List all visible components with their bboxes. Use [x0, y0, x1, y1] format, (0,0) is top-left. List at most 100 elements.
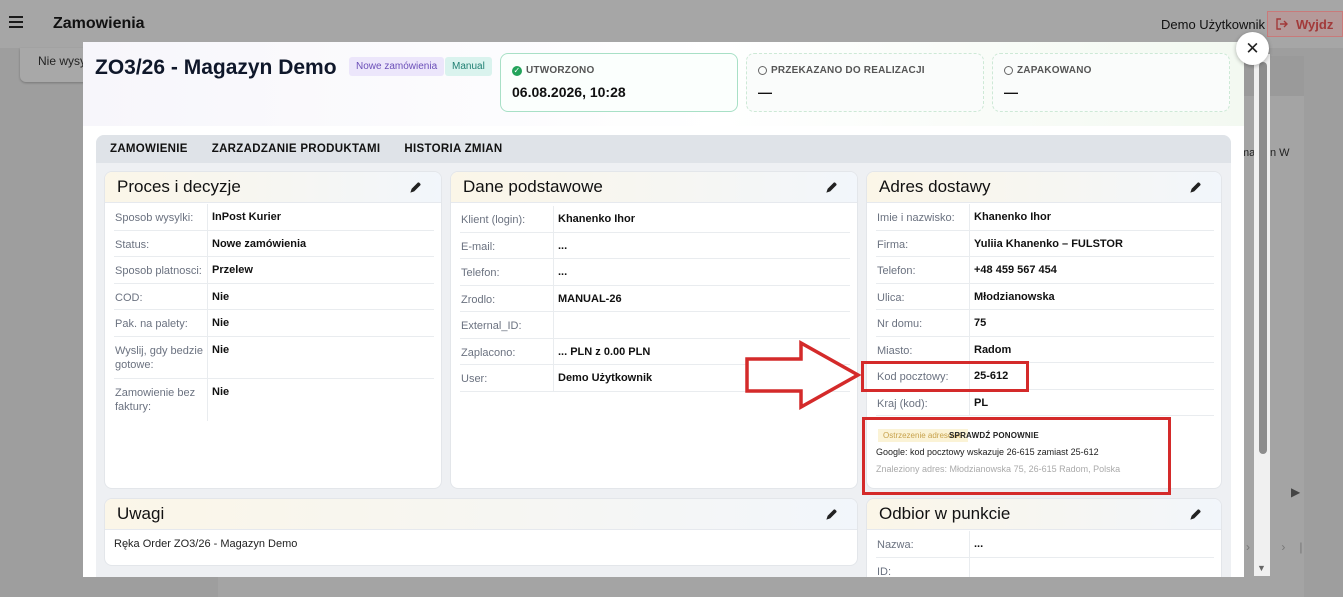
stage-handed-over: PRZEKAZANO DO REALIZACJI —: [746, 53, 984, 112]
field-value: 75: [974, 317, 987, 329]
modal-header: ZO3/26 - Magazyn Demo Nowe zamówienia Ma…: [83, 42, 1244, 126]
stage-value: —: [1004, 84, 1018, 100]
field-label: Telefon:: [460, 259, 554, 285]
field-label: Sposob wysylki:: [114, 204, 208, 230]
empty-circle-icon: [758, 66, 767, 75]
card-title: Odbior w punkcie: [879, 504, 1011, 523]
field-label: Sposob platnosci:: [114, 257, 208, 283]
field-label: External_ID:: [460, 312, 554, 338]
close-button[interactable]: ✕: [1236, 32, 1269, 65]
field-value: Nowe zamówienia: [212, 237, 307, 250]
notes-text: Ręka Order ZO3/26 - Magazyn Demo: [114, 538, 298, 550]
field-label: Status:: [114, 230, 208, 256]
stage-label: PRZEKAZANO DO REALIZACJI: [771, 65, 925, 76]
order-title: ZO3/26 - Magazyn Demo: [95, 56, 337, 79]
app-title: Zamowienia: [53, 15, 145, 32]
field-value: InPost Kurier: [212, 211, 282, 223]
table-row: ID:: [876, 557, 1214, 578]
field-value: PL: [974, 396, 989, 409]
table-row: Sposob platnosci: Przelew: [114, 257, 434, 284]
stage-created: ✓ UTWORZONO 06.08.2026, 10:28: [500, 53, 738, 112]
scrollbar-thumb[interactable]: [1259, 62, 1267, 454]
field-label: Klient (login):: [460, 206, 554, 232]
pencil-icon[interactable]: [825, 180, 839, 194]
check-circle-icon: ✓: [512, 65, 522, 76]
table-row: Klient (login): Khanenko Ihor: [460, 206, 850, 233]
field-value: [970, 558, 1214, 578]
stage-label: ZAPAKOWANO: [1017, 65, 1092, 76]
table-row: Wyslij, gdy bedzie gotowe: Nie: [114, 336, 434, 379]
menu-icon[interactable]: [9, 16, 23, 28]
stage-value: 06.08.2026, 10:28: [512, 84, 626, 100]
background-footer: [218, 576, 1304, 597]
field-label: Zaplacono:: [460, 338, 554, 364]
field-value: ...: [558, 266, 568, 278]
pencil-icon[interactable]: [825, 507, 839, 521]
tab-bar: ZAMOWIENIE ZARZADZANIE PRODUKTAMI HISTOR…: [96, 135, 1231, 163]
field-value: Yuliia Khanenko – FULSTOR: [974, 237, 1123, 250]
table-row: Imie i nazwisko: Khanenko Ihor: [876, 204, 1214, 231]
source-badge: Manual: [445, 57, 492, 76]
table-row: Zamowienie bez faktury: Nie: [114, 378, 434, 421]
logout-label: Wyjdz: [1296, 16, 1334, 32]
field-label: Wyslij, gdy bedzie gotowe:: [114, 336, 208, 378]
tabs-container: ZAMOWIENIE ZARZADZANIE PRODUKTAMI HISTOR…: [96, 135, 1231, 577]
field-value: ...: [558, 239, 568, 252]
field-value: Nie: [212, 343, 230, 356]
table-row: Status: Nowe zamówienia: [114, 230, 434, 257]
field-value: Khanenko Ihor: [974, 211, 1052, 223]
field-value: Nie: [212, 385, 230, 398]
tab-change-history[interactable]: HISTORIA ZMIAN: [404, 143, 502, 155]
table-row: Ulica: Młodzianowska: [876, 283, 1214, 310]
pencil-icon[interactable]: [1189, 180, 1203, 194]
field-label: E-mail:: [460, 232, 554, 258]
field-label: Nr domu:: [876, 310, 970, 336]
field-label: Pak. na palety:: [114, 310, 208, 336]
field-label: Kraj (kod):: [876, 389, 970, 415]
table-row: E-mail:...: [460, 232, 850, 259]
field-value: Khanenko Ihor: [558, 213, 636, 225]
table-row: External_ID:: [460, 312, 850, 339]
app-bar: Zamowienia Demo Użytkownik Wyjdz: [0, 0, 1343, 48]
logout-button[interactable]: Wyjdz: [1267, 11, 1343, 37]
field-label: Imie i nazwisko:: [876, 204, 970, 230]
table-row: Firma: Yuliia Khanenko – FULSTOR: [876, 230, 1214, 257]
field-label: Nazwa:: [876, 531, 970, 557]
process-card: Proces i decyzje Sposob wysylki: InPost K…: [104, 171, 442, 489]
table-row: Pak. na palety: Nie: [114, 310, 434, 337]
card-title: Dane podstawowe: [463, 177, 603, 196]
order-modal: ZO3/26 - Magazyn Demo Nowe zamówienia Ma…: [83, 42, 1244, 577]
field-value: Nie: [212, 290, 230, 303]
field-value: Przelew: [212, 264, 253, 276]
basic-data-card: Dane podstawowe Klient (login): Khanenko …: [450, 171, 858, 489]
table-row: Telefon: +48 459 567 454: [876, 257, 1214, 284]
table-row: Nr domu: 75: [876, 310, 1214, 337]
warning-highlight: [862, 417, 1171, 495]
status-badge: Nowe zamówienia: [349, 57, 445, 76]
pickup-card: Odbior w punkcie Nazwa:... ID:: [866, 498, 1222, 577]
stage-label: UTWORZONO: [526, 65, 595, 76]
field-value: Radom: [974, 343, 1012, 356]
empty-circle-icon: [1004, 66, 1013, 75]
table-row: Miasto: Radom: [876, 336, 1214, 363]
current-user: Demo Użytkownik: [1161, 17, 1266, 32]
field-label: Telefon:: [876, 257, 970, 283]
field-label: ID:: [876, 557, 970, 577]
scroll-down-icon[interactable]: ▼: [1257, 563, 1266, 573]
table-row: Zrodlo: MANUAL-26: [460, 285, 850, 312]
tab-order[interactable]: ZAMOWIENIE: [110, 143, 188, 155]
logout-icon: [1276, 18, 1288, 30]
pencil-icon[interactable]: [409, 180, 423, 194]
tab-product-management[interactable]: ZARZADZANIE PRODUKTAMI: [212, 143, 381, 155]
field-value: ...: [974, 538, 984, 550]
card-title: Proces i decyzje: [117, 177, 241, 196]
table-row: Sposob wysylki: InPost Kurier: [114, 204, 434, 231]
card-title: Adres dostawy: [879, 177, 991, 196]
field-label: Zrodlo:: [460, 285, 554, 311]
field-value: Nie: [212, 317, 230, 329]
table-row: Telefon:...: [460, 259, 850, 286]
pencil-icon[interactable]: [1189, 507, 1203, 521]
field-value: +48 459 567 454: [974, 264, 1057, 276]
field-label: Firma:: [876, 230, 970, 256]
field-label: User:: [460, 365, 554, 391]
